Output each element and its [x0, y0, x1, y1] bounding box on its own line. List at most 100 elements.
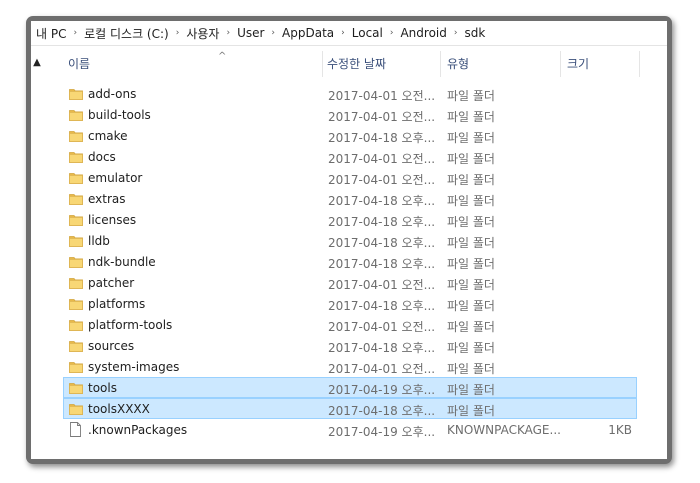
file-name: platforms	[88, 297, 146, 311]
column-header-name[interactable]: 이름 ^	[68, 51, 323, 79]
file-date: 2017-04-18 오후...	[328, 299, 436, 313]
file-row[interactable]: ndk-bundle 2017-04-18 오후... 파일 폴더	[63, 251, 637, 272]
file-name: build-tools	[88, 108, 151, 122]
file-row[interactable]: extras 2017-04-18 오후... 파일 폴더	[63, 188, 637, 209]
column-header-type-label: 유형	[447, 57, 470, 71]
file-date: 2017-04-01 오전...	[328, 173, 436, 187]
file-date: 2017-04-18 오후...	[328, 257, 436, 271]
file-row[interactable]: docs 2017-04-01 오전... 파일 폴더	[63, 146, 637, 167]
file-date: 2017-04-18 오후...	[328, 131, 436, 145]
file-row[interactable]: build-tools 2017-04-01 오전... 파일 폴더	[63, 104, 637, 125]
column-header-type[interactable]: 유형	[447, 55, 562, 79]
breadcrumb-item[interactable]: 내 PC	[34, 25, 68, 42]
column-divider[interactable]	[322, 51, 323, 77]
file-date: 2017-04-18 오후...	[328, 194, 436, 208]
folder-icon	[69, 236, 83, 247]
file-row[interactable]: lldb 2017-04-18 오후... 파일 폴더	[63, 230, 637, 251]
file-row[interactable]: patcher 2017-04-01 오전... 파일 폴더	[63, 272, 637, 293]
file-name: add-ons	[88, 87, 137, 101]
file-date: 2017-04-01 오전...	[328, 152, 436, 166]
file-row[interactable]: platform-tools 2017-04-01 오전... 파일 폴더	[63, 314, 637, 335]
file-date: 2017-04-18 오후...	[328, 215, 436, 229]
file-type: 파일 폴더	[447, 341, 495, 355]
breadcrumb-item[interactable]: sdk	[462, 26, 487, 40]
folder-icon	[69, 131, 83, 142]
chevron-right-icon[interactable]: ›	[385, 28, 399, 38]
file-row[interactable]: licenses 2017-04-18 오후... 파일 폴더	[63, 209, 637, 230]
folder-icon	[69, 152, 83, 163]
folder-icon	[69, 257, 83, 268]
file-date: 2017-04-18 오후...	[328, 404, 436, 418]
file-name: extras	[88, 192, 126, 206]
file-icon	[70, 422, 81, 437]
sort-ascending-icon: ^	[218, 51, 227, 62]
file-name: .knownPackages	[88, 423, 188, 437]
breadcrumb-item[interactable]: 사용자	[184, 25, 221, 42]
folder-icon	[69, 404, 83, 415]
column-header-size[interactable]: 크기	[567, 55, 637, 79]
file-name: ndk-bundle	[88, 255, 156, 269]
column-header-size-label: 크기	[567, 57, 590, 71]
file-row[interactable]: system-images 2017-04-01 오전... 파일 폴더	[63, 356, 637, 377]
file-date: 2017-04-01 오전...	[328, 362, 436, 376]
column-header-date[interactable]: 수정한 날짜	[327, 55, 442, 79]
breadcrumb-item[interactable]: AppData	[280, 26, 336, 40]
breadcrumb-item[interactable]: Android	[398, 26, 448, 40]
chevron-up-icon[interactable]: ▲	[31, 57, 43, 68]
file-row[interactable]: sources 2017-04-18 오후... 파일 폴더	[63, 335, 637, 356]
file-type: 파일 폴더	[447, 173, 495, 187]
file-date: 2017-04-01 오전...	[328, 320, 436, 334]
breadcrumb-item[interactable]: 로컬 디스크 (C:)	[82, 25, 171, 42]
file-date: 2017-04-19 오후...	[328, 425, 436, 439]
file-type: 파일 폴더	[447, 404, 495, 418]
chevron-right-icon[interactable]: ›	[266, 28, 280, 38]
chevron-right-icon[interactable]: ›	[171, 28, 185, 38]
folder-icon	[69, 299, 83, 310]
file-name: tools	[88, 381, 117, 395]
file-type: 파일 폴더	[447, 383, 495, 397]
file-row[interactable]: toolsXXXX 2017-04-18 오후... 파일 폴더	[63, 398, 637, 419]
file-type: 파일 폴더	[447, 278, 495, 292]
file-row[interactable]: platforms 2017-04-18 오후... 파일 폴더	[63, 293, 637, 314]
file-name: system-images	[88, 360, 180, 374]
column-divider[interactable]	[639, 51, 640, 77]
column-divider[interactable]	[560, 51, 561, 77]
file-name: sources	[88, 339, 135, 353]
folder-icon	[69, 341, 83, 352]
folder-icon	[69, 110, 83, 121]
folder-icon	[69, 362, 83, 373]
file-row[interactable]: emulator 2017-04-01 오전... 파일 폴더	[63, 167, 637, 188]
folder-icon	[69, 383, 83, 394]
folder-icon	[69, 320, 83, 331]
file-type: 파일 폴더	[447, 320, 495, 334]
folder-icon	[69, 215, 83, 226]
file-type: 파일 폴더	[447, 299, 495, 313]
file-row[interactable]: .knownPackages 2017-04-19 오후... KNOWNPACKA…	[63, 419, 637, 440]
chevron-right-icon[interactable]: ›	[221, 28, 235, 38]
file-type: 파일 폴더	[447, 236, 495, 250]
file-row[interactable]: add-ons 2017-04-01 오전... 파일 폴더	[63, 83, 637, 104]
file-date: 2017-04-18 오후...	[328, 341, 436, 355]
breadcrumb[interactable]: 내 PC › 로컬 디스크 (C:) › 사용자 › User › AppData › Local ›…	[31, 21, 667, 46]
file-type: 파일 폴더	[447, 257, 495, 271]
file-row[interactable]: cmake 2017-04-18 오후... 파일 폴더	[63, 125, 637, 146]
file-date: 2017-04-01 오전...	[328, 110, 436, 124]
file-name: patcher	[88, 276, 135, 290]
folder-icon	[69, 173, 83, 184]
file-name: cmake	[88, 129, 128, 143]
navigation-pane-edge	[31, 73, 43, 459]
column-divider[interactable]	[440, 51, 441, 77]
file-row[interactable]: tools 2017-04-19 오후... 파일 폴더	[63, 377, 637, 398]
column-header-date-label: 수정한 날짜	[327, 57, 387, 71]
file-type: KNOWNPACKAGE...	[447, 423, 561, 437]
file-name: emulator	[88, 171, 143, 185]
chevron-right-icon[interactable]: ›	[336, 28, 350, 38]
file-type: 파일 폴더	[447, 89, 495, 103]
chevron-right-icon[interactable]: ›	[68, 28, 82, 38]
breadcrumb-item[interactable]: Local	[350, 26, 385, 40]
file-name: lldb	[88, 234, 110, 248]
chevron-right-icon[interactable]: ›	[449, 28, 463, 38]
file-date: 2017-04-01 오전...	[328, 89, 436, 103]
file-name: platform-tools	[88, 318, 173, 332]
breadcrumb-item[interactable]: User	[235, 26, 266, 40]
